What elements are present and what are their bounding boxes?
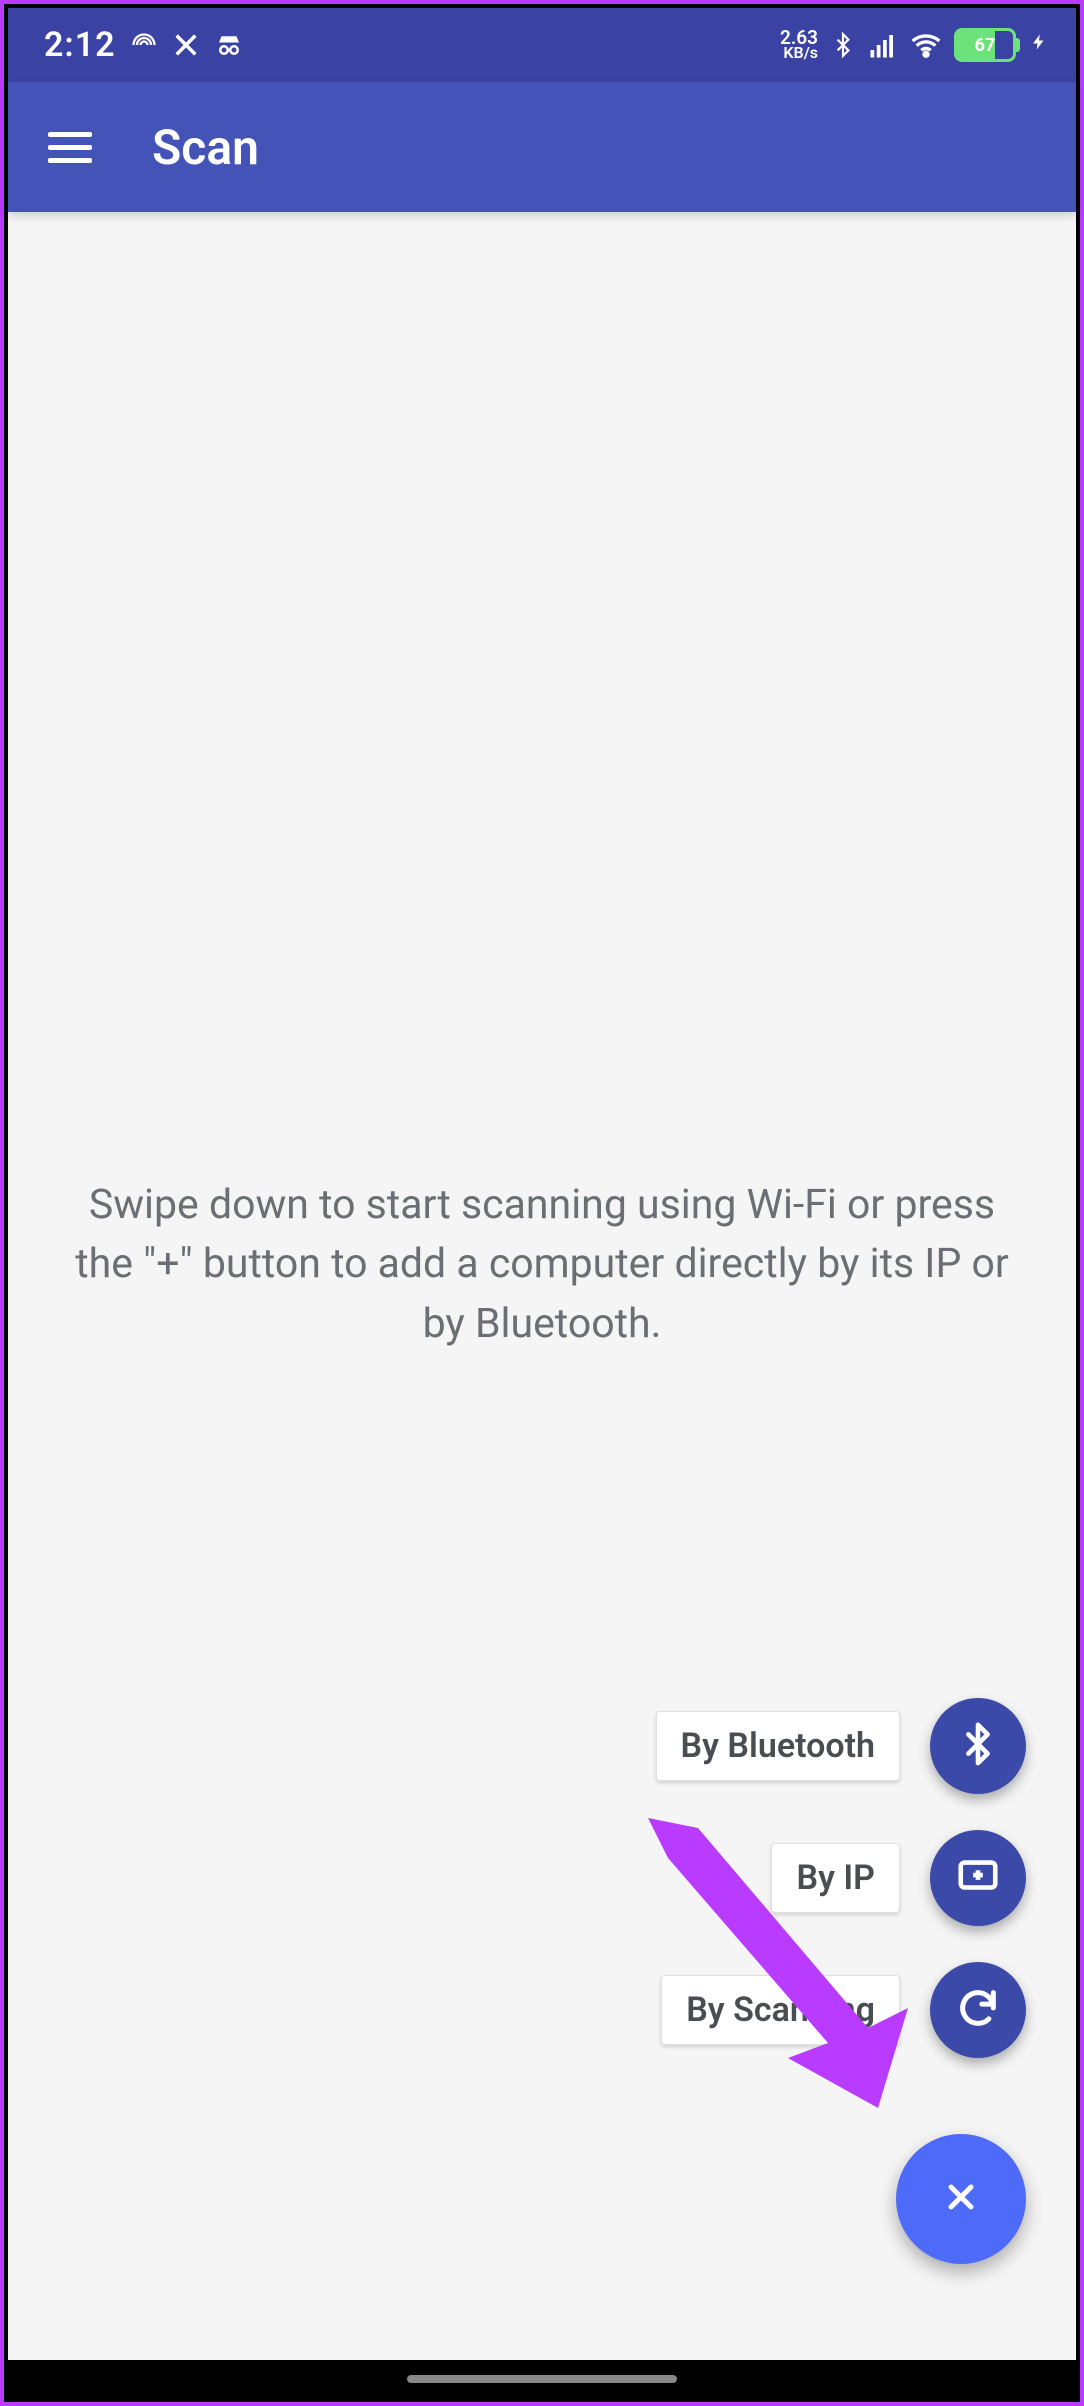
fab-label-bluetooth: By Bluetooth — [656, 1711, 900, 1781]
status-clock: 2:12 — [44, 25, 116, 65]
fab-menu: By Bluetooth By IP By Scanning — [656, 1698, 1026, 2264]
fab-item-scanning: By Scanning — [661, 1962, 1026, 2058]
navigation-bar — [8, 2360, 1076, 2398]
fab-label-ip: By IP — [771, 1843, 900, 1913]
incognito-icon — [214, 30, 244, 60]
refresh-icon — [955, 1985, 1001, 2035]
status-bar: 2:12 2.63 KB/s — [8, 8, 1076, 82]
add-by-scanning-button[interactable] — [930, 1962, 1026, 2058]
page-title: Scan — [152, 119, 259, 176]
add-by-bluetooth-button[interactable] — [930, 1698, 1026, 1794]
fab-main-button[interactable] — [896, 2134, 1026, 2264]
status-right: 2.63 KB/s 67 — [780, 28, 1048, 62]
charging-icon — [1030, 29, 1048, 61]
battery-indicator: 67 — [954, 28, 1016, 62]
add-by-ip-button[interactable] — [930, 1830, 1026, 1926]
network-speed: 2.63 KB/s — [780, 30, 818, 60]
fab-item-ip: By IP — [771, 1830, 1026, 1926]
bluetooth-icon — [955, 1721, 1001, 1771]
close-icon — [941, 2177, 981, 2221]
app-bar: Scan — [8, 82, 1076, 212]
monitor-add-icon — [955, 1853, 1001, 1903]
bluetooth-status-icon — [830, 32, 856, 58]
gesture-handle[interactable] — [407, 2375, 677, 2383]
main-content[interactable]: Swipe down to start scanning using Wi-Fi… — [8, 212, 1076, 2398]
empty-state-hint: Swipe down to start scanning using Wi-Fi… — [62, 1176, 1022, 1354]
fab-item-bluetooth: By Bluetooth — [656, 1698, 1026, 1794]
menu-button[interactable] — [48, 132, 92, 163]
signal-icon — [868, 30, 898, 60]
fab-label-scanning: By Scanning — [661, 1975, 900, 2045]
status-left: 2:12 — [44, 25, 244, 65]
fingerprint-icon — [130, 31, 158, 59]
wifi-icon — [910, 29, 942, 61]
tools-icon — [172, 31, 200, 59]
